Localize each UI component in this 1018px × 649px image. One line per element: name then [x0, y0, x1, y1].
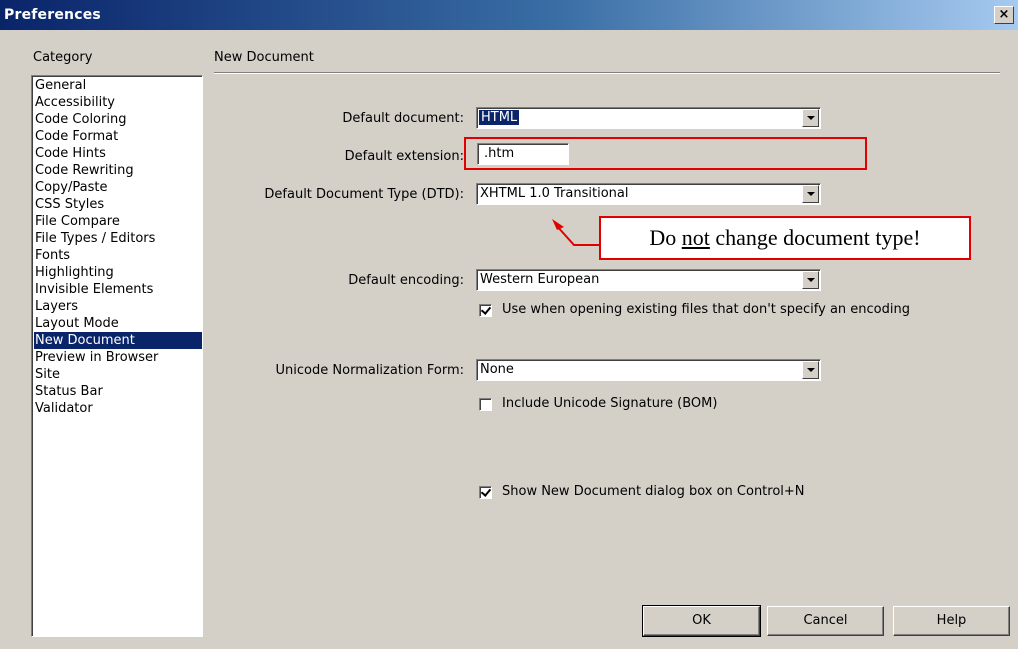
extension-highlight-box [464, 137, 867, 170]
default-extension-label: Default extension: [344, 149, 464, 164]
use-encoding-label: Use when opening existing files that don… [502, 302, 910, 317]
category-item-file-compare[interactable]: File Compare [34, 213, 202, 230]
warning-callout: Do not change document type! [599, 216, 971, 260]
category-item-fonts[interactable]: Fonts [34, 247, 202, 264]
unicode-form-select[interactable]: None [476, 359, 821, 381]
chevron-down-icon[interactable] [802, 361, 819, 379]
category-item-validator[interactable]: Validator [34, 400, 202, 417]
category-header: Category [33, 50, 93, 65]
category-item-code-format[interactable]: Code Format [34, 128, 202, 145]
callout-text-pre: Do [649, 225, 682, 250]
category-item-status-bar[interactable]: Status Bar [34, 383, 202, 400]
ok-button[interactable]: OK [642, 605, 761, 637]
encoding-label: Default encoding: [348, 273, 464, 288]
doc-type-label: Default Document Type (DTD): [264, 187, 464, 202]
section-divider [214, 72, 1000, 74]
category-item-new-document[interactable]: New Document [34, 332, 202, 349]
chevron-down-icon[interactable] [802, 109, 819, 127]
default-document-select[interactable]: HTML [476, 107, 821, 129]
default-document-value: HTML [479, 110, 520, 125]
show-dialog-checkbox[interactable] [479, 486, 492, 499]
encoding-select[interactable]: Western European [476, 269, 821, 291]
category-item-layers[interactable]: Layers [34, 298, 202, 315]
use-encoding-checkbox[interactable] [479, 304, 492, 317]
category-item-layout-mode[interactable]: Layout Mode [34, 315, 202, 332]
callout-text-emphasis: not [681, 225, 710, 250]
help-button[interactable]: Help [893, 606, 1010, 636]
cancel-button[interactable]: Cancel [767, 606, 884, 636]
doc-type-select[interactable]: XHTML 1.0 Transitional [476, 183, 821, 205]
include-bom-label: Include Unicode Signature (BOM) [502, 396, 718, 411]
close-icon: × [998, 7, 1010, 22]
default-document-label: Default document: [342, 111, 464, 126]
unicode-form-label: Unicode Normalization Form: [275, 363, 464, 378]
callout-text-post: change document type! [709, 225, 921, 250]
category-item-code-rewriting[interactable]: Code Rewriting [34, 162, 202, 179]
category-item-accessibility[interactable]: Accessibility [34, 94, 202, 111]
unicode-form-value: None [480, 362, 514, 377]
section-title: New Document [214, 50, 314, 65]
close-button[interactable]: × [994, 6, 1014, 24]
category-item-file-types-editors[interactable]: File Types / Editors [34, 230, 202, 247]
include-bom-checkbox[interactable] [479, 398, 492, 411]
chevron-down-icon[interactable] [802, 271, 819, 289]
chevron-down-icon[interactable] [802, 185, 819, 203]
title-bar: Preferences × [0, 0, 1018, 30]
category-item-general[interactable]: General [34, 77, 202, 94]
doc-type-value: XHTML 1.0 Transitional [480, 186, 629, 201]
window-left-edge [0, 30, 7, 649]
window-title: Preferences [4, 7, 101, 23]
encoding-value: Western European [480, 272, 600, 287]
show-dialog-label: Show New Document dialog box on Control+… [502, 484, 805, 499]
